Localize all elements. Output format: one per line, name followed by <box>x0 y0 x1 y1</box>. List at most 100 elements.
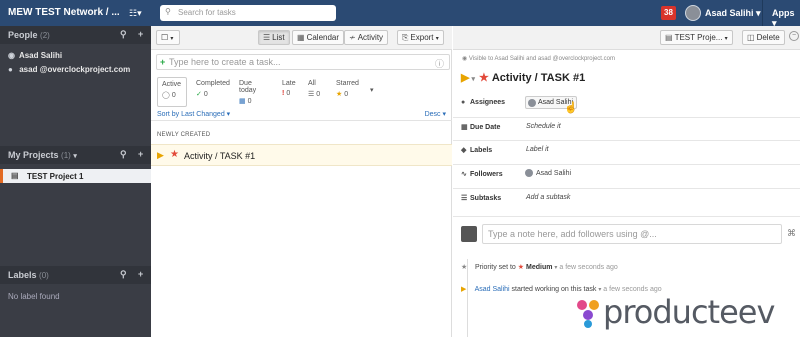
task-list-panel: ☐ ▾ ☰ List ▦ Calendar ≁ Activity ⎘ Export ▾ … <box>151 26 452 337</box>
activity-prefix: Priority set to <box>474 264 516 271</box>
chevron-down-icon: ▾ <box>442 111 446 118</box>
delete-button[interactable]: ◫ Delete <box>742 30 785 45</box>
chevron-down-icon: ▾ <box>226 111 231 118</box>
people-header-label: People <box>8 30 38 40</box>
notification-badge[interactable]: 38 <box>661 6 676 20</box>
calendar-view-button[interactable]: ▦ Calendar <box>292 30 345 45</box>
subtasks-field: ☰ Subtasks Add a subtask <box>461 189 791 211</box>
add-project-icon[interactable]: + <box>138 149 143 159</box>
check-icon: ✓ <box>196 91 202 98</box>
chevron-down-icon: ▾ <box>756 8 761 18</box>
watermark-text: producteev <box>603 293 775 331</box>
visibility-line: ◉ Visible to Asad Salihi and asad @overc… <box>462 55 615 62</box>
star-icon[interactable]: ★ <box>479 72 489 84</box>
apps-label: Apps <box>772 8 795 18</box>
play-icon[interactable]: ▶ <box>461 72 469 84</box>
filter-label: Due today <box>239 80 257 94</box>
filter-count: 0 <box>247 98 252 105</box>
no-label-text: No label found <box>8 292 60 301</box>
sidebar-item-person[interactable]: ◉ Asad Salihi <box>8 51 62 60</box>
person-name: asad @overclockproject.com <box>19 65 131 74</box>
filter-label: Late <box>282 80 296 87</box>
sidebar: People (2) ⚲ + ◉ Asad Salihi ● asad @ove… <box>0 26 151 337</box>
avatar <box>525 169 533 177</box>
search-input[interactable]: ⚲ Search for tasks <box>160 5 336 21</box>
list-view-button[interactable]: ☰ List <box>258 30 290 45</box>
priority-value: Medium <box>526 264 553 271</box>
user-name: Asad Salihi <box>705 8 754 18</box>
user-avatar[interactable] <box>685 5 701 21</box>
filter-label: All <box>308 80 316 87</box>
user-menu[interactable]: Asad Salihi ▾ <box>705 8 761 19</box>
export-label: Export <box>410 33 434 42</box>
star-icon[interactable]: ★ <box>170 149 179 160</box>
search-icon[interactable]: ⚲ <box>120 269 127 280</box>
filter-late[interactable]: Late ! 0 <box>278 77 300 107</box>
select-all-checkbox[interactable]: ☐ ▾ <box>156 30 180 45</box>
sidebar-item-project[interactable]: ▤ TEST Project 1 <box>0 169 151 183</box>
search-icon[interactable]: ⚲ <box>120 29 127 40</box>
export-button[interactable]: ⎘ Export ▾ <box>397 30 444 45</box>
filter-due-today[interactable]: Due today ▦ 0 <box>235 77 260 107</box>
activity-item: ▶ Asad Salihi started working on this ta… <box>461 285 662 293</box>
paperclip-icon[interactable]: ⌘ <box>787 228 796 239</box>
search-icon[interactable]: ⚲ <box>120 149 127 160</box>
chevron-down-icon: ▾ <box>724 36 728 42</box>
task-list-toolbar: ☐ ▾ ☰ List ▦ Calendar ≁ Activity ⎘ Export ▾ <box>151 26 452 50</box>
project-dropdown[interactable]: ▤ TEST Proje... ▾ <box>660 30 733 45</box>
play-icon[interactable]: ▶ <box>157 150 164 161</box>
filter-count: 0 <box>171 92 176 99</box>
project-dropdown-label: TEST Proje... <box>674 33 723 42</box>
person-name: Asad Salihi <box>18 51 63 60</box>
due-date-value[interactable]: Schedule it <box>526 123 561 130</box>
trash-icon: ◫ <box>747 33 755 42</box>
calendar-icon: ▦ <box>461 124 468 131</box>
add-label-icon[interactable]: + <box>138 269 143 279</box>
note-input[interactable]: Type a note here, add followers using @.… <box>482 224 782 244</box>
filter-starred[interactable]: Starred ★ 0 <box>332 77 363 107</box>
subtasks-value[interactable]: Add a subtask <box>526 194 570 201</box>
filter-completed[interactable]: Completed ✓ 0 <box>192 77 234 107</box>
labels-value[interactable]: Label it <box>526 146 549 153</box>
projects-header[interactable]: My Projects (1) ▾ ⚲ + <box>0 146 151 164</box>
task-row[interactable]: ▶ ★ Activity / TASK #1 <box>151 144 452 166</box>
activity-view-button[interactable]: ≁ Activity <box>344 30 389 45</box>
chevron-down-icon[interactable]: ▾ <box>471 76 475 83</box>
user-icon: ● <box>8 65 13 74</box>
filter-count: 0 <box>316 91 321 98</box>
chevron-down-icon[interactable]: ▾ <box>370 86 374 94</box>
projects-count: (1) <box>61 151 71 160</box>
plus-icon: + <box>160 57 166 67</box>
network-title[interactable]: MEW TEST Network / ... <box>8 7 120 18</box>
sort-bar: Sort by Last Changed ▾ Desc ▾ <box>151 109 452 121</box>
org-chart-icon[interactable]: ☷▾ <box>129 8 142 19</box>
filter-count: 0 <box>344 91 349 98</box>
labels-count: (0) <box>39 271 49 280</box>
subtasks-icon: ☰ <box>461 195 468 202</box>
filter-label: Completed <box>196 80 230 87</box>
people-header[interactable]: People (2) ⚲ + <box>0 26 151 44</box>
projects-header-label: My Projects <box>8 150 59 160</box>
sidebar-item-person[interactable]: ● asad @overclockproject.com <box>8 65 130 74</box>
task-detail-panel: ▤ TEST Proje... ▾ ◫ Delete − ◉ Visible to … <box>453 26 800 337</box>
new-task-input[interactable]: + Type here to create a task... ⓘ <box>156 54 450 70</box>
activity-time: a few seconds ago <box>603 286 662 293</box>
filter-all[interactable]: All ☰ 0 <box>304 77 324 107</box>
chevron-down-icon: ▾ <box>73 153 77 160</box>
labels-header[interactable]: Labels (0) ⚲ + <box>0 266 151 284</box>
assignees-label: ● Assignees <box>461 99 506 106</box>
sort-direction-dropdown[interactable]: Desc ▾ <box>425 110 446 118</box>
task-title[interactable]: Activity / TASK #1 <box>492 72 585 84</box>
close-icon[interactable]: − <box>789 31 799 41</box>
add-person-icon[interactable]: + <box>138 29 143 39</box>
filter-active[interactable]: Active ◯ 0 <box>157 77 187 107</box>
info-icon[interactable]: ⓘ <box>435 57 444 70</box>
sort-dropdown[interactable]: Sort by Last Changed ▾ <box>157 110 230 118</box>
book-icon: ▤ <box>665 33 673 42</box>
book-icon: ▤ <box>11 171 19 180</box>
calendar-label: Calendar <box>306 33 340 42</box>
task-detail-toolbar: ▤ TEST Proje... ▾ ◫ Delete − <box>453 26 800 50</box>
activity-actor[interactable]: Asad Salihi <box>475 286 510 293</box>
desc-label: Desc <box>424 111 441 118</box>
follower-item[interactable]: Asad Salihi <box>525 169 571 177</box>
